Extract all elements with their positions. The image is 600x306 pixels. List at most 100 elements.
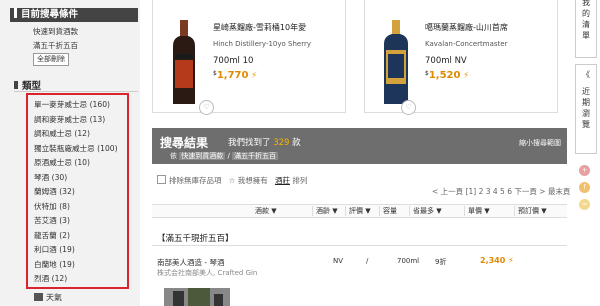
tab-char: 單 [582, 31, 590, 40]
type-item[interactable]: 伏特加 (8) [34, 200, 127, 215]
main-content: 星崎蒸餾廠-雪莉桶10年愛 Hinch Distillery-10yo Sher… [140, 0, 585, 306]
results-count: 我們找到了 329 款 [228, 136, 301, 148]
tab-char: 近 [582, 87, 590, 96]
row-age: NV [333, 257, 344, 265]
tab-char: 《 [582, 70, 590, 79]
type-item[interactable]: 調和威士忌 (12) [34, 127, 127, 142]
type-item[interactable]: 蘭姆酒 (32) [34, 185, 127, 200]
col-price[interactable]: 單價 ▼ [464, 206, 490, 216]
results-title: 搜尋結果 [160, 136, 209, 150]
col-age[interactable]: 酒齡 ▼ [312, 206, 338, 216]
type-title: 類型 [22, 81, 42, 92]
type-item[interactable]: 烈酒 (12) [34, 272, 127, 287]
bottle-shape [188, 288, 210, 306]
type-item[interactable]: 利口酒 (19) [34, 243, 127, 258]
pagination: < 上一頁 [1] 2 3 4 5 6 下一頁 > 最末頁 >> [432, 186, 585, 197]
product-name[interactable]: 星崎蒸餾廠-雪莉桶10年愛 [213, 22, 306, 33]
clear-all-button[interactable]: 全部刪除 [33, 53, 69, 66]
rss-icon[interactable]: ≈ [579, 199, 590, 210]
tab-char: 瀏 [582, 109, 590, 118]
found-suffix: 款 [292, 138, 301, 148]
type-item[interactable]: 白蘭地 (19) [34, 258, 127, 273]
criteria-item-discount[interactable]: 滿五千折五百 [33, 40, 78, 51]
price-value: 1,520 [428, 70, 461, 81]
price-value: 1,770 [216, 70, 249, 81]
product-name[interactable]: 噶瑪蘭蒸餾廠-山川首席 [425, 22, 508, 33]
weather-label: 天氣 [46, 293, 62, 302]
criteria-prefix: 依 [170, 152, 177, 160]
row-company: 株式会社南部美人, Crafted Gin [157, 269, 258, 277]
type-item[interactable]: 調和麥芽威士忌 (13) [34, 113, 127, 128]
type-item[interactable]: 單一麥芽威士忌 (160) [34, 98, 127, 113]
next-page-link[interactable]: 下一頁 > [514, 187, 545, 196]
type-section-header: 類型 [14, 78, 138, 92]
product-price: $1,770 ⚡ [213, 70, 257, 81]
tab-char: 期 [582, 98, 590, 107]
row-discount: 9折 [435, 258, 447, 266]
exclude-label[interactable]: 排除無庫存品項 [169, 176, 222, 185]
bolt-icon: ⚡ [251, 71, 258, 81]
heart-icon[interactable]: ♡ [401, 100, 416, 115]
favorites-link[interactable]: 我想擁有 [238, 176, 268, 185]
weather-filter[interactable]: 天氣 [34, 292, 62, 303]
product-name-en: Kavalan-Concertmaster [425, 40, 508, 48]
tab-char: 我 [582, 0, 590, 7]
table-header: 酒款 ▼ 酒齡 ▼ 評價 ▼ 容量 省最多 ▼ 單價 ▼ 預訂價 ▼ [152, 204, 567, 218]
product-card[interactable]: 噶瑪蘭蒸餾廠-山川首席 Kavalan-Concertmaster 700ml … [364, 0, 558, 115]
bolt-icon: ⚡ [508, 256, 514, 265]
heart-icon[interactable]: ♡ [199, 100, 214, 115]
row-volume: 700ml [397, 257, 420, 265]
narrow-search-link[interactable]: 縮小搜尋範圍 [519, 138, 561, 148]
plus-share-icon[interactable]: + [579, 165, 590, 176]
results-header: 搜尋結果 我們找到了 329 款 依 快速到貨酒款 / 滿五千折五百 縮小搜尋範… [152, 128, 567, 164]
row-price: 2,340 ⚡ [480, 256, 514, 265]
star-icon: ☆ [228, 176, 236, 185]
promo-title: 【滿五千現折五百】 [157, 234, 234, 244]
found-prefix: 我們找到了 [228, 138, 271, 148]
sort-suffix: 排列 [292, 176, 308, 185]
whisky-bottle-icon [384, 20, 408, 104]
col-rating[interactable]: 評價 ▼ [345, 206, 371, 216]
col-discount[interactable]: 省最多 ▼ [409, 206, 442, 216]
last-page-link[interactable]: 最末頁 [548, 187, 571, 196]
price-value: 2,340 [480, 256, 506, 265]
row-product-name[interactable]: 南部美人酒造 - 琴酒 [157, 257, 224, 268]
criteria-tag[interactable]: 滿五千折五百 [232, 152, 279, 160]
criteria-tag[interactable]: 快速到貨酒款 [179, 152, 226, 160]
criteria-title: 目前搜尋條件 [21, 9, 79, 20]
type-list: 單一麥芽威士忌 (160) 調和麥芽威士忌 (13) 調和威士忌 (12) 獨立… [26, 93, 129, 289]
results-criteria: 依 快速到貨酒款 / 滿五千折五百 [170, 151, 279, 161]
type-item[interactable]: 琴酒 (30) [34, 171, 127, 186]
criteria-item-fast[interactable]: 快速到貨酒款 [33, 26, 78, 37]
product-price: $1,520 ⚡ [425, 70, 469, 81]
product-spec: 700ml NV [425, 56, 467, 66]
col-preorder[interactable]: 預訂價 ▼ [514, 206, 547, 216]
checkbox-icon[interactable] [157, 175, 166, 184]
list-options: 排除無庫存品項 ☆ 我想擁有 酒莊 排列 [157, 175, 307, 186]
col-wine[interactable]: 酒款 ▼ [252, 206, 277, 216]
filter-sidebar: 目前搜尋條件 快速到貨酒款 滿五千折五百 全部刪除 類型 單一麥芽威士忌 (16… [0, 0, 140, 306]
sort-winery[interactable]: 酒莊 [275, 176, 290, 185]
my-list-tab[interactable]: 我 的 清 單 [575, 0, 597, 58]
tab-char: 的 [582, 9, 590, 18]
whisky-bottle-icon [173, 20, 195, 104]
product-spec: 700ml 10 [213, 56, 254, 66]
recent-views-tab[interactable]: 《 近 期 瀏 覽 [575, 64, 597, 154]
type-item[interactable]: 苦艾酒 (3) [34, 214, 127, 229]
bottle-shape [214, 294, 223, 306]
product-card[interactable]: 星崎蒸餾廠-雪莉桶10年愛 Hinch Distillery-10yo Sher… [152, 0, 346, 115]
type-item[interactable]: 龍舌蘭 (2) [34, 229, 127, 244]
facebook-icon[interactable]: f [579, 182, 590, 193]
row-rating: / [366, 257, 369, 265]
page-current: [1] [465, 187, 477, 196]
prev-page-link[interactable]: < 上一頁 [432, 187, 463, 196]
type-item[interactable]: 獨立裝瓶廠威士忌 (100) [34, 142, 127, 157]
page-links[interactable]: 2 3 4 5 6 [479, 187, 512, 196]
found-count: 329 [273, 138, 290, 148]
criteria-separator: / [227, 152, 230, 160]
bar-icon [14, 8, 17, 18]
type-item[interactable]: 原酒威士忌 (10) [34, 156, 127, 171]
divider [152, 245, 567, 246]
bar-icon [14, 81, 18, 89]
product-image[interactable] [164, 288, 230, 306]
